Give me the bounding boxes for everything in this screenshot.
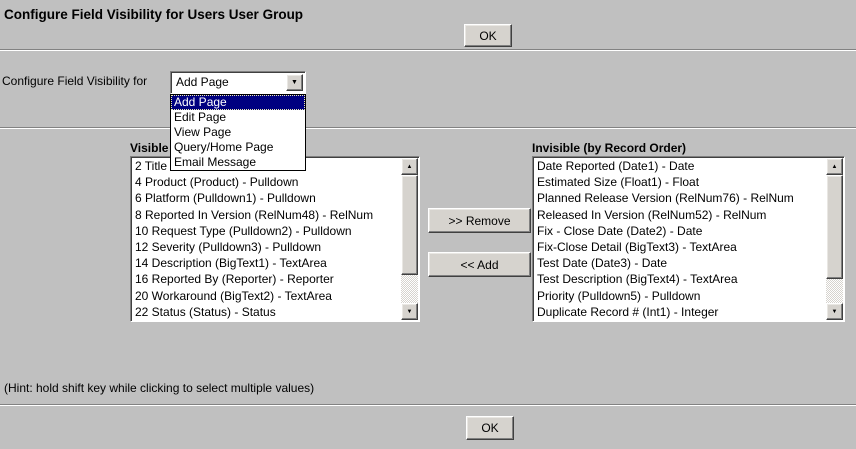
- invisible-list-item[interactable]: Date Reported (Date1) - Date: [534, 158, 826, 174]
- invisible-list-item[interactable]: Duplicate Record # (Int1) - Integer: [534, 304, 826, 320]
- scrollbar-thumb[interactable]: [401, 175, 418, 275]
- invisible-list-item[interactable]: Fix - Close Date (Date2) - Date: [534, 223, 826, 239]
- dropdown-option[interactable]: Edit Page: [171, 110, 305, 125]
- ok-button-bottom[interactable]: OK: [466, 416, 514, 440]
- divider-middle: [0, 127, 856, 129]
- visible-listbox-rows: 2 Title4 Product (Product) - Pulldown6 P…: [132, 158, 401, 320]
- scroll-down-button[interactable]: ▼: [826, 303, 843, 320]
- invisible-listbox-rows: Date Reported (Date1) - DateEstimated Si…: [534, 158, 826, 320]
- invisible-list-item[interactable]: Test Date (Date3) - Date: [534, 255, 826, 271]
- scroll-up-icon: ▲: [832, 164, 838, 170]
- invisible-list-heading: Invisible (by Record Order): [532, 141, 686, 155]
- visible-list-item[interactable]: 14 Description (BigText1) - TextArea: [132, 255, 401, 271]
- scroll-up-icon: ▲: [407, 164, 413, 170]
- dropdown-option[interactable]: View Page: [171, 125, 305, 140]
- dropdown-option[interactable]: Add Page: [171, 95, 305, 110]
- visible-list-item[interactable]: 4 Product (Product) - Pulldown: [132, 174, 401, 190]
- scroll-down-button[interactable]: ▼: [401, 303, 418, 320]
- ok-button-top[interactable]: OK: [464, 24, 512, 47]
- configure-field-visibility-page: Configure Field Visibility for Users Use…: [0, 0, 856, 449]
- page-type-select[interactable]: Add Page ▼: [170, 71, 306, 94]
- scrollbar-thumb[interactable]: [826, 175, 843, 279]
- invisible-list-item[interactable]: Planned Release Version (RelNum76) - Rel…: [534, 190, 826, 206]
- divider-top: [0, 49, 856, 51]
- page-type-dropdown-list: Add PageEdit PageView PageQuery/Home Pag…: [170, 94, 306, 171]
- invisible-list-item[interactable]: Estimated Size (Float1) - Float: [534, 174, 826, 190]
- visible-list-item[interactable]: 8 Reported In Version (RelNum48) - RelNu…: [132, 207, 401, 223]
- dropdown-option[interactable]: Query/Home Page: [171, 140, 305, 155]
- visible-list-item[interactable]: 16 Reported By (Reporter) - Reporter: [132, 271, 401, 287]
- dropdown-option[interactable]: Email Message: [171, 155, 305, 170]
- visible-list-item[interactable]: 22 Status (Status) - Status: [132, 304, 401, 320]
- visible-list-item[interactable]: 10 Request Type (Pulldown2) - Pulldown: [132, 223, 401, 239]
- invisible-listbox[interactable]: Date Reported (Date1) - DateEstimated Si…: [532, 156, 845, 322]
- invisible-list-item[interactable]: Priority (Pulldown5) - Pulldown: [534, 288, 826, 304]
- remove-button[interactable]: >> Remove: [428, 208, 531, 233]
- visible-list-item[interactable]: 6 Platform (Pulldown1) - Pulldown: [132, 190, 401, 206]
- field-visibility-for-label: Configure Field Visibility for: [2, 74, 147, 88]
- invisible-scrollbar[interactable]: ▲ ▼: [826, 158, 843, 320]
- visible-list-item[interactable]: 12 Severity (Pulldown3) - Pulldown: [132, 239, 401, 255]
- chevron-down-icon: ▼: [291, 79, 298, 86]
- scroll-up-button[interactable]: ▲: [826, 158, 843, 175]
- scroll-down-icon: ▼: [407, 309, 413, 315]
- invisible-list-item[interactable]: Test Description (BigText4) - TextArea: [534, 271, 826, 287]
- scroll-up-button[interactable]: ▲: [401, 158, 418, 175]
- hint-text: (Hint: hold shift key while clicking to …: [4, 381, 314, 395]
- scroll-down-icon: ▼: [832, 309, 838, 315]
- visible-list-item[interactable]: 20 Workaround (BigText2) - TextArea: [132, 288, 401, 304]
- visible-list-heading: Visible: [130, 141, 168, 155]
- visible-listbox[interactable]: 2 Title4 Product (Product) - Pulldown6 P…: [130, 156, 420, 322]
- page-type-select-value: Add Page: [176, 75, 229, 89]
- invisible-list-item[interactable]: Fix-Close Detail (BigText3) - TextArea: [534, 239, 826, 255]
- add-button[interactable]: << Add: [428, 252, 531, 277]
- visible-scrollbar[interactable]: ▲ ▼: [401, 158, 418, 320]
- divider-bottom: [0, 404, 856, 406]
- invisible-list-item[interactable]: Released In Version (RelNum52) - RelNum: [534, 207, 826, 223]
- combo-dropdown-button[interactable]: ▼: [286, 74, 303, 91]
- page-title: Configure Field Visibility for Users Use…: [4, 7, 303, 22]
